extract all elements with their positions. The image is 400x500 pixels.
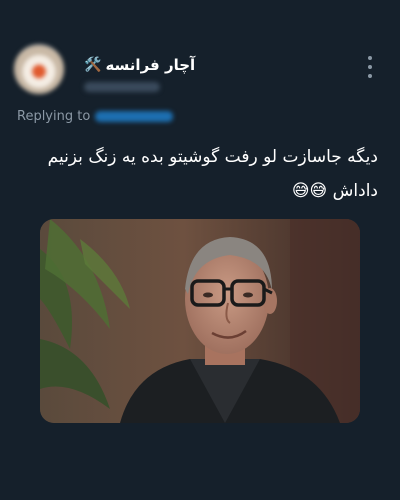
more-dot <box>368 74 372 78</box>
user-handle-blurred[interactable] <box>84 82 160 92</box>
reply-handle-blurred[interactable] <box>95 111 174 122</box>
hammer-and-wrench-icon: 🛠️ <box>84 57 102 73</box>
display-name-row[interactable]: 🛠️ آچار فرانسه <box>84 56 195 74</box>
media-photo <box>40 219 360 423</box>
more-options-icon[interactable] <box>362 56 378 78</box>
more-dot <box>368 65 372 69</box>
tweet-card[interactable]: 🛠️ آچار فرانسه Replying to دیگه جاسازت ل… <box>0 0 400 500</box>
user-avatar[interactable] <box>14 44 64 94</box>
replying-to-label: Replying to <box>17 109 91 124</box>
tweet-text: دیگه جاسازت لو رفت گوشیتو بده یه زنگ بزن… <box>47 147 378 201</box>
replying-to-row: Replying to <box>17 109 174 124</box>
display-name[interactable]: آچار فرانسه <box>105 56 195 74</box>
tweet-media-image[interactable] <box>40 219 360 423</box>
more-dot <box>368 56 372 60</box>
